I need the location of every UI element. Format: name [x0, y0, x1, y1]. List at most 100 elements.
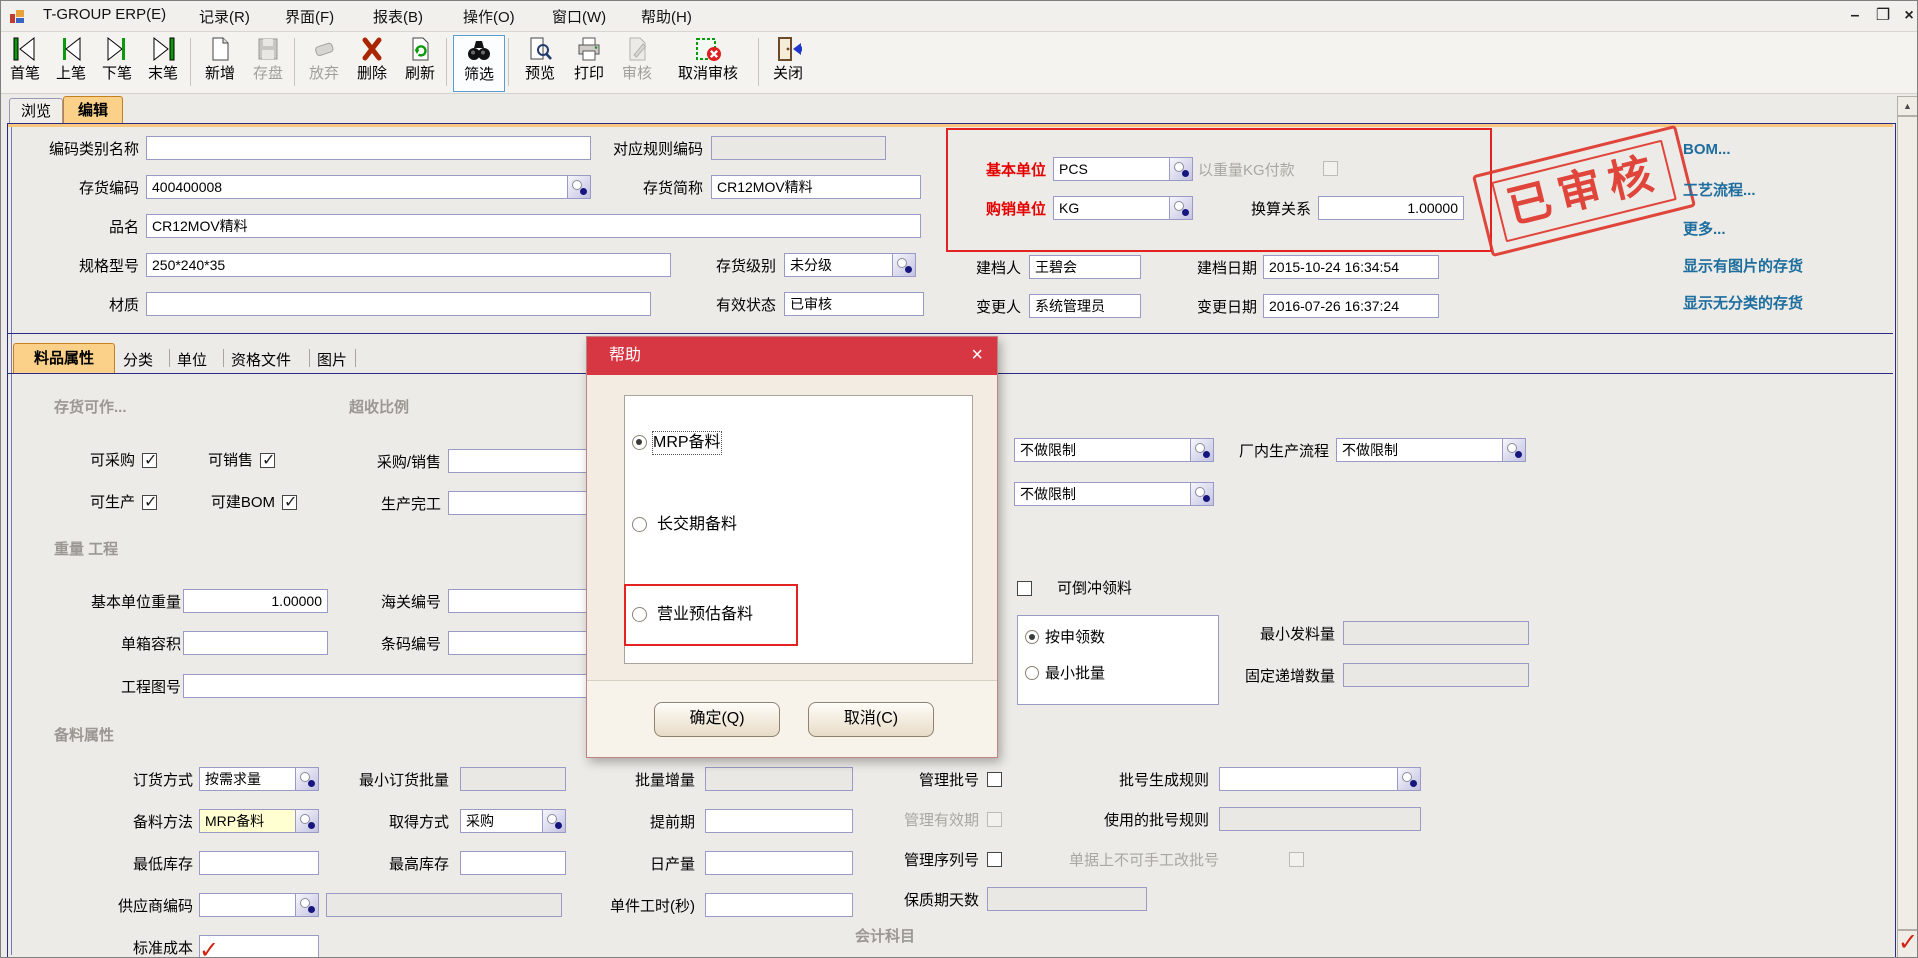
lookup-icon[interactable] [1190, 483, 1213, 505]
item-abbr-input[interactable]: CR12MOV精料 [711, 175, 921, 199]
base-weight-input[interactable]: 1.00000 [183, 589, 328, 613]
menu-action[interactable]: 操作(O) [463, 6, 515, 27]
status-value: 已审核 [784, 292, 924, 316]
long-lead-option-label[interactable]: 长交期备料 [657, 514, 737, 536]
mrp-option-label[interactable]: MRP备料 [653, 432, 721, 454]
lookup-icon[interactable] [295, 810, 318, 832]
tab-units[interactable]: 单位 [177, 349, 207, 370]
tab-qualification-files[interactable]: 资格文件 [231, 349, 291, 370]
tab-images[interactable]: 图片 [317, 349, 347, 370]
delete-button[interactable]: 删除 [349, 35, 395, 90]
mrp-option-radio[interactable] [632, 435, 647, 450]
ok-button[interactable]: 确定(Q) [654, 702, 780, 737]
option-highlight-box [624, 584, 798, 646]
scrollbar-thumb[interactable] [1897, 116, 1918, 930]
tab-item-attributes[interactable]: 料品属性 [13, 343, 115, 373]
first-record-button[interactable]: 首笔 [3, 35, 47, 90]
manage-batch-checkbox[interactable] [987, 772, 1002, 787]
scroll-down-icon[interactable]: ✓ [1897, 930, 1918, 958]
max-stock-input[interactable] [460, 851, 566, 875]
item-level-combo[interactable]: 未分级 [784, 253, 916, 277]
lead-time-input[interactable] [705, 809, 853, 833]
min-stock-label: 最低库存 [79, 853, 193, 877]
can-sell-checkbox[interactable] [260, 453, 275, 468]
dialog-title: 帮助 [587, 337, 997, 375]
refresh-button[interactable]: 刷新 [397, 35, 443, 90]
supplier-code-combo[interactable] [199, 893, 319, 917]
daily-output-input[interactable] [705, 851, 853, 875]
minimize-icon[interactable]: – [1843, 5, 1867, 27]
lookup-icon[interactable] [567, 176, 590, 198]
factory-flow-combo[interactable]: 不做限制 [1336, 438, 1526, 462]
menu-app[interactable]: T-GROUP ERP(E) [43, 6, 166, 23]
next-record-button[interactable]: 下笔 [95, 35, 139, 90]
lookup-icon[interactable] [1502, 439, 1525, 461]
lookup-icon[interactable] [1190, 439, 1213, 461]
manage-serial-checkbox[interactable] [987, 852, 1002, 867]
cancel-audit-button[interactable]: 取消审核 [662, 35, 754, 90]
batch-rule-combo[interactable] [1219, 767, 1421, 791]
item-name-input[interactable]: CR12MOV精料 [146, 214, 921, 238]
min-issue-input [1343, 621, 1529, 645]
new-button[interactable]: 新增 [197, 35, 243, 90]
unit-hours-input[interactable] [705, 893, 853, 917]
next-record-icon [95, 35, 139, 65]
tab-classification[interactable]: 分类 [123, 349, 153, 370]
min-batch-radio[interactable] [1025, 666, 1039, 680]
supplier-code-label: 供应商编码 [59, 895, 193, 919]
can-purchase-checkbox[interactable] [142, 453, 157, 468]
lookup-icon[interactable] [295, 894, 318, 916]
lookup-icon[interactable] [1169, 197, 1192, 219]
lookup-icon[interactable] [1397, 768, 1420, 790]
backflush-checkbox[interactable] [1017, 581, 1032, 596]
cancel-button[interactable]: 取消(C) [808, 702, 934, 737]
min-stock-input[interactable] [199, 851, 319, 875]
link-show-unclassified[interactable]: 显示无分类的存货 [1683, 292, 1803, 313]
scroll-up-icon[interactable]: ▲ [1897, 96, 1918, 116]
spec-input[interactable]: 250*240*35 [146, 253, 671, 277]
tab-browse[interactable]: 浏览 [9, 98, 63, 124]
restore-icon[interactable]: ❐ [1871, 5, 1895, 27]
prep-method-combo[interactable]: MRP备料 [199, 809, 319, 833]
lookup-icon[interactable] [892, 254, 915, 276]
lookup-icon[interactable] [542, 810, 565, 832]
item-code-input[interactable]: 400400008 [146, 175, 591, 199]
close-window-icon[interactable]: × [1897, 5, 1918, 27]
restriction-combo-2[interactable]: 不做限制 [1014, 482, 1214, 506]
refresh-icon [397, 35, 443, 65]
link-bom[interactable]: BOM... [1683, 141, 1731, 158]
lookup-icon[interactable] [1169, 158, 1192, 180]
by-application-radio[interactable] [1025, 630, 1039, 644]
menu-window[interactable]: 窗口(W) [552, 6, 606, 27]
last-record-button[interactable]: 末笔 [141, 35, 185, 90]
trade-unit-combo[interactable]: KG [1053, 196, 1193, 220]
conversion-input[interactable]: 1.00000 [1318, 196, 1464, 220]
tab-edit[interactable]: 编辑 [63, 96, 123, 124]
box-volume-input[interactable] [183, 631, 328, 655]
lookup-icon[interactable] [295, 768, 318, 790]
order-mode-combo[interactable]: 按需求量 [199, 767, 319, 791]
filter-button[interactable]: 筛选 [453, 35, 505, 92]
menu-ui[interactable]: 界面(F) [285, 6, 334, 27]
menu-report[interactable]: 报表(B) [373, 6, 423, 27]
restriction-combo-1[interactable]: 不做限制 [1014, 438, 1214, 462]
link-process-flow[interactable]: 工艺流程... [1683, 179, 1756, 200]
creator-value: 王碧会 [1029, 255, 1141, 279]
prev-record-button[interactable]: 上笔 [49, 35, 93, 90]
menu-help[interactable]: 帮助(H) [641, 6, 692, 27]
material-input[interactable] [146, 292, 651, 316]
print-button[interactable]: 打印 [566, 35, 612, 90]
acquire-mode-combo[interactable]: 采购 [460, 809, 566, 833]
batch-increment-label: 批量增量 [609, 769, 695, 793]
can-produce-checkbox[interactable] [142, 495, 157, 510]
can-bom-checkbox[interactable] [282, 495, 297, 510]
link-more[interactable]: 更多... [1683, 218, 1726, 239]
long-lead-option-radio[interactable] [632, 517, 647, 532]
base-unit-combo[interactable]: PCS [1053, 157, 1193, 181]
menu-record[interactable]: 记录(R) [199, 6, 250, 27]
coding-category-input[interactable] [146, 136, 591, 160]
close-form-button[interactable]: 关闭 [765, 35, 811, 90]
dialog-close-icon[interactable]: × [971, 337, 983, 375]
link-show-with-images[interactable]: 显示有图片的存货 [1683, 255, 1803, 276]
preview-button[interactable]: 预览 [516, 35, 564, 90]
